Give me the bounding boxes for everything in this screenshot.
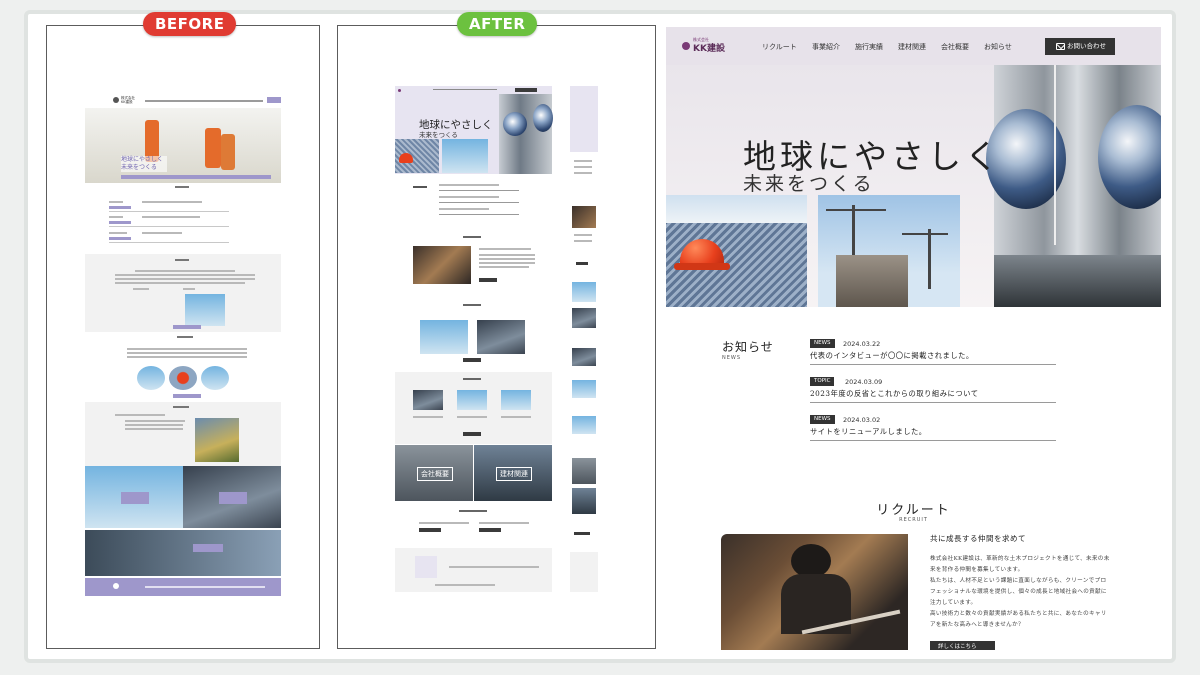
news-date: 2024.03.22: [843, 340, 881, 348]
before-logo-icon: [113, 97, 119, 103]
logo[interactable]: KK建設: [693, 41, 725, 54]
before-business-section: [85, 254, 281, 332]
recruit-text-line: 高い技術力と数々の貢献実績がある私たちと共に、あなたのキャリ: [930, 611, 1107, 617]
mail-icon: [1056, 43, 1065, 50]
before-label: BEFORE: [143, 12, 237, 36]
hero-subtitle: 未来をつくる: [743, 173, 875, 195]
before-hero-text: 地球にやさしく未来をつくる: [121, 156, 167, 172]
nav-works[interactable]: 施行実績: [855, 42, 883, 52]
news-date: 2024.03.09: [845, 378, 883, 386]
helmet-image: [674, 239, 730, 270]
news-heading-en: NEWS: [722, 355, 742, 361]
news-badge: NEWS: [810, 339, 835, 348]
before-panel: 株式会社KK建設 地球にやさしく未来をつくる: [46, 25, 320, 649]
recruit-image: [721, 534, 908, 650]
news-title: 代表のインタビューが〇〇に掲載されました。: [810, 351, 974, 360]
before-hero-image: 地球にやさしく未来をつくる: [85, 108, 281, 183]
recruit-text-line: 株式会社KK建設は、革新的な土木プロジェクトを通じて、未来の未: [930, 556, 1110, 562]
news-date: 2024.03.02: [843, 416, 881, 424]
after-mock-company-banner: 会社概要: [395, 445, 473, 501]
news-badge: NEWS: [810, 415, 835, 424]
contact-button[interactable]: お問い合わせ: [1045, 38, 1115, 55]
nav-materials[interactable]: 建材関連: [898, 42, 926, 52]
news-title: サイトをリニューアルしました。: [810, 427, 927, 436]
recruit-more-button[interactable]: 詳しくはこちら: [930, 641, 995, 650]
news-item[interactable]: TOPIC 2024.03.09 2023年度の反省とこれからの取り組みについて: [810, 377, 1056, 403]
nav-business[interactable]: 事業紹介: [812, 42, 840, 52]
recruit-subheading: 共に成長する仲間を求めて: [930, 534, 1026, 543]
news-badge: TOPIC: [810, 377, 835, 386]
hero-site-image: [818, 195, 960, 307]
recruit-heading: リクルート: [876, 503, 951, 518]
news-item[interactable]: NEWS 2024.03.22 代表のインタビューが〇〇に掲載されました。: [810, 339, 1056, 365]
recruit-text-line: アを新たな高みへと導きませんか？: [930, 622, 1024, 628]
hero-solar-image: [666, 195, 807, 307]
before-logo: 株式会社KK建設: [121, 96, 135, 104]
after-label: AFTER: [457, 12, 538, 36]
after-panel: 地球にやさしく 未来をつくる 会社概要 建材関連: [337, 25, 656, 649]
before-recruit-section: [85, 402, 281, 466]
after-mock-mobile: [570, 86, 598, 592]
nav-company[interactable]: 会社概要: [941, 42, 969, 52]
hero-globe-image: [986, 65, 1161, 307]
recruit-text-line: フェッショナルな環境を提供し、個々の成長と地域社会への貢献に: [930, 589, 1107, 595]
recruit-text-line: 私たちは、人材不足という課題に直面しながらも、クリーンでプロ: [930, 578, 1107, 584]
recruit-text-line: 来を背作る仲間を募集しています。: [930, 567, 1024, 573]
after-mock-materials-banner: 建材関連: [474, 445, 552, 501]
after-mock-desktop: 地球にやさしく 未来をつくる 会社概要 建材関連: [395, 86, 553, 592]
after-mock-works: [395, 372, 552, 444]
news-item[interactable]: NEWS 2024.03.02 サイトをリニューアルしました。: [810, 415, 1056, 441]
nav-news[interactable]: お知らせ: [984, 42, 1012, 52]
recruit-heading-en: RECRUIT: [899, 517, 928, 523]
hero: 地球にやさしく 未来をつくる: [666, 65, 1161, 307]
site-header: 株式会社 KK建設 リクルート 事業紹介 施行実績 建材関連 会社概要 お知らせ…: [666, 27, 1161, 65]
recruit-text-line: 注力しています。: [930, 600, 977, 606]
after-mock-hero-line2: 未来をつくる: [419, 131, 458, 139]
nav-recruit[interactable]: リクルート: [762, 42, 797, 52]
logo-icon: [682, 42, 690, 50]
site-preview: 株式会社 KK建設 リクルート 事業紹介 施行実績 建材関連 会社概要 お知らせ…: [666, 27, 1161, 650]
contact-button-label: お問い合わせ: [1067, 42, 1106, 50]
news-title: 2023年度の反省とこれからの取り組みについて: [810, 389, 979, 398]
news-heading: お知らせ: [722, 340, 774, 354]
before-header: 株式会社KK建設: [85, 94, 281, 108]
